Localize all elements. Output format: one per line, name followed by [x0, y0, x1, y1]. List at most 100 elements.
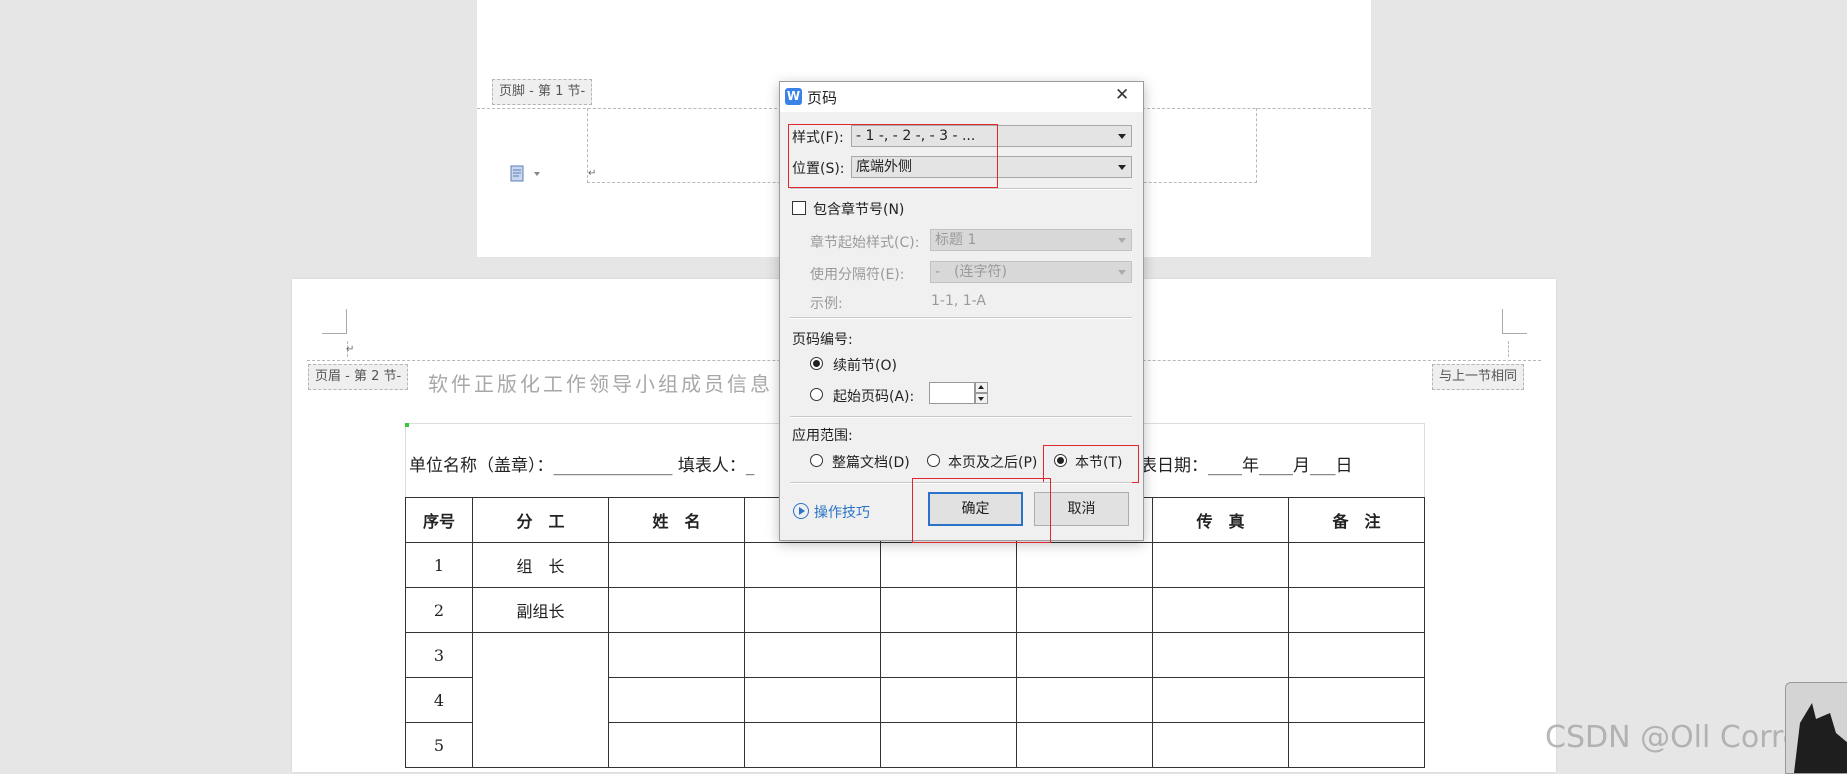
same-as-previous-tag[interactable]: 与上一节相同 — [1432, 364, 1525, 390]
col-header-role: 分 工 — [472, 497, 609, 543]
highlight-box-ok-top — [912, 478, 1051, 479]
dropdown-arrow-icon — [1118, 134, 1126, 139]
cat-avatar-icon — [1794, 703, 1847, 773]
table-cell[interactable] — [744, 542, 881, 588]
table-row: 3 — [405, 632, 1425, 768]
table-cell[interactable] — [880, 632, 1017, 678]
include-chapter-checkbox[interactable] — [792, 201, 806, 215]
cell-role[interactable]: 组 长 — [472, 542, 609, 588]
separator — [790, 188, 1132, 190]
table-cell[interactable] — [1152, 587, 1289, 633]
cell-index[interactable]: 5 — [405, 722, 473, 768]
table-cell[interactable] — [880, 677, 1017, 723]
table-cell[interactable] — [1152, 542, 1289, 588]
cell-index[interactable]: 4 — [405, 677, 473, 723]
chevron-down-icon[interactable] — [534, 172, 540, 176]
table-cell[interactable] — [1152, 722, 1289, 768]
table-cell[interactable] — [608, 587, 745, 633]
dialog-titlebar[interactable]: W 页码 ✕ — [780, 82, 1143, 112]
table-cell[interactable] — [608, 632, 745, 678]
table-cell[interactable] — [1016, 722, 1153, 768]
corner-mark-right — [1502, 309, 1527, 334]
wps-logo-icon: W — [785, 88, 802, 105]
example-value: 1-1, 1-A — [931, 293, 986, 309]
cell-role[interactable]: 副组长 — [472, 587, 609, 633]
table-cell[interactable] — [1288, 587, 1425, 633]
chapter-start-select[interactable]: 标题 1 — [930, 229, 1132, 251]
table-row: 2 副组长 — [405, 587, 1425, 633]
table-cell[interactable] — [880, 542, 1017, 588]
scope-whole-label[interactable]: 整篇文档(D) — [832, 452, 910, 472]
paragraph-mark-icon: ↵ — [588, 168, 597, 179]
tips-icon[interactable] — [793, 503, 809, 519]
continue-radio[interactable] — [810, 357, 823, 370]
table-cell[interactable] — [1152, 677, 1289, 723]
table-cell[interactable] — [744, 632, 881, 678]
chapter-start-value: 标题 1 — [935, 232, 977, 248]
chapter-start-label: 章节起始样式(C): — [810, 235, 920, 251]
scope-after-label[interactable]: 本页及之后(P) — [948, 452, 1037, 472]
play-icon — [799, 507, 805, 515]
unit-line-left: 单位名称（盖章）：______________ 填表人：_ — [409, 456, 755, 476]
scope-label: 应用范围: — [792, 428, 853, 444]
table-cell[interactable] — [744, 587, 881, 633]
table-cell[interactable] — [1016, 632, 1153, 678]
cell-role-merged[interactable] — [472, 632, 609, 768]
table-cell[interactable] — [1016, 542, 1153, 588]
table-cell[interactable] — [608, 722, 745, 768]
cell-index[interactable]: 1 — [405, 542, 473, 588]
scope-whole-radio[interactable] — [810, 454, 823, 467]
scope-after-radio[interactable] — [927, 454, 940, 467]
spinner-up-button[interactable] — [975, 382, 988, 393]
highlight-box-style-position — [788, 124, 998, 188]
separator-value: - (连字符) — [935, 264, 1007, 280]
tips-link[interactable]: 操作技巧 — [814, 502, 870, 522]
spinner-down-button[interactable] — [975, 393, 988, 404]
table-cell[interactable] — [608, 542, 745, 588]
col-header-fax: 传 真 — [1152, 497, 1289, 543]
include-chapter-label[interactable]: 包含章节号(N) — [813, 199, 904, 219]
unit-line-right: 表日期：____年____月___日 — [1140, 456, 1353, 476]
header-section-tag: 页眉 - 第 2 节- — [308, 364, 409, 390]
paragraph-mark-icon: ↵ — [346, 344, 355, 355]
table-cell[interactable] — [880, 722, 1017, 768]
dialog-title: 页码 — [807, 89, 838, 107]
continue-label[interactable]: 续前节(O) — [833, 355, 897, 375]
col-header-notes: 备 注 — [1288, 497, 1425, 543]
table-cell[interactable] — [1288, 722, 1425, 768]
example-label: 示例: — [810, 296, 843, 312]
separator — [790, 416, 1132, 418]
dropdown-arrow-icon — [1118, 165, 1126, 170]
table-cell[interactable] — [1152, 632, 1289, 678]
dropdown-arrow-icon — [1118, 238, 1126, 243]
corner-mark-left — [322, 309, 347, 334]
cell-index[interactable]: 2 — [405, 587, 473, 633]
document-title: 软件正版化工作领导小组成员信息 — [428, 372, 773, 396]
table-cell[interactable] — [1288, 677, 1425, 723]
page-number-dialog: W 页码 ✕ 样式(F): - 1 -, - 2 -, - 3 - ... 位置… — [779, 81, 1144, 541]
col-header-name: 姓 名 — [608, 497, 745, 543]
table-cell[interactable] — [1016, 587, 1153, 633]
table-cell[interactable] — [880, 587, 1017, 633]
start-at-radio[interactable] — [810, 388, 823, 401]
separator-label: 使用分隔符(E): — [810, 267, 905, 283]
table-cell[interactable] — [1016, 677, 1153, 723]
table-cell[interactable] — [608, 677, 745, 723]
start-at-label[interactable]: 起始页码(A): — [833, 386, 914, 406]
separator — [790, 317, 1132, 319]
page-number-insert-icon[interactable] — [510, 165, 526, 183]
highlight-box-ok — [912, 478, 1051, 543]
footer-section-tag: 页脚 - 第 1 节- — [492, 79, 593, 105]
close-icon[interactable]: ✕ — [1115, 85, 1129, 105]
table-cell[interactable] — [744, 677, 881, 723]
cell-index[interactable]: 3 — [405, 632, 473, 678]
footer-top-dash-right — [1142, 108, 1371, 109]
start-at-input[interactable] — [929, 382, 975, 404]
table-cell[interactable] — [1288, 542, 1425, 588]
avatar-widget[interactable] — [1785, 682, 1847, 774]
table-cell[interactable] — [744, 722, 881, 768]
green-marker — [405, 423, 409, 427]
separator-select[interactable]: - (连字符) — [930, 261, 1132, 283]
table-cell[interactable] — [1288, 632, 1425, 678]
spin-down-icon — [978, 397, 984, 401]
